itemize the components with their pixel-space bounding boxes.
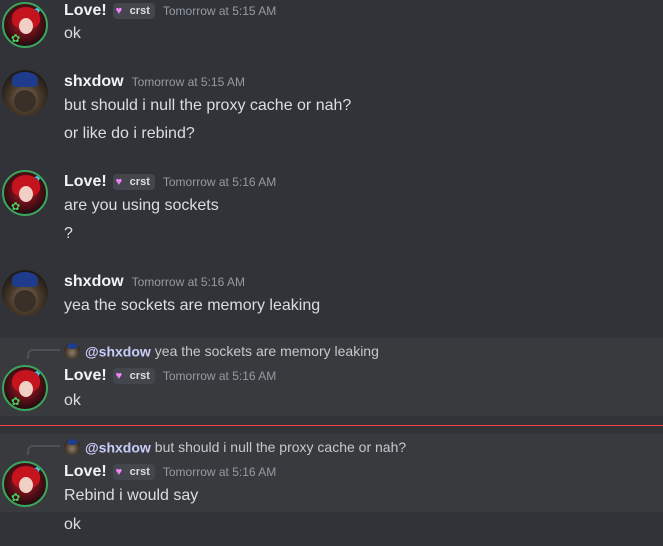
- server-tag[interactable]: ♥ crst: [112, 3, 155, 19]
- new-messages-divider: [0, 425, 663, 426]
- avatar: [64, 343, 80, 360]
- leaf-icon: ✿: [11, 33, 21, 45]
- timestamp[interactable]: Tomorrow at 5:15 AM: [132, 75, 245, 89]
- message-text: yea the sockets are memory leaking: [64, 297, 321, 314]
- message-group[interactable]: shxdow Tomorrow at 5:15 AM but should i n…: [0, 70, 663, 152]
- reply-mention[interactable]: @shxdow: [85, 343, 151, 359]
- timestamp[interactable]: Tomorrow at 5:15 AM: [163, 4, 276, 18]
- message-text: ok: [64, 392, 81, 409]
- avatar[interactable]: [2, 270, 48, 316]
- message-text: or like do i rebind?: [64, 125, 195, 142]
- username[interactable]: Love!: [64, 367, 107, 385]
- message-group[interactable]: shxdow Tomorrow at 5:16 AM yea the socket…: [0, 270, 663, 326]
- reply-preview[interactable]: @shxdow yea the sockets are memory leakin…: [64, 342, 379, 360]
- timestamp[interactable]: Tomorrow at 5:16 AM: [163, 175, 276, 189]
- message-text: ok: [64, 25, 81, 42]
- timestamp[interactable]: Tomorrow at 5:16 AM: [163, 465, 276, 479]
- server-tag[interactable]: ♥ crst: [112, 464, 155, 480]
- message-group[interactable]: @shxdow yea the sockets are memory leakin…: [0, 338, 663, 416]
- username[interactable]: Love!: [64, 463, 107, 481]
- avatar[interactable]: ✦ ✿: [2, 365, 48, 411]
- message-text: but should i null the proxy cache or nah…: [64, 97, 352, 114]
- username[interactable]: Love!: [64, 2, 107, 20]
- reply-mention[interactable]: @shxdow: [85, 439, 151, 455]
- sparkle-icon: ✦: [33, 2, 44, 17]
- sparkle-icon: ✦: [33, 170, 44, 185]
- leaf-icon: ✿: [11, 396, 21, 408]
- avatar[interactable]: [2, 70, 48, 116]
- message-text: are you using sockets: [64, 197, 219, 214]
- heart-icon: ♥: [115, 466, 123, 478]
- reply-spine: [27, 349, 60, 359]
- leaf-icon: ✿: [11, 492, 21, 504]
- username[interactable]: shxdow: [64, 273, 124, 291]
- avatar[interactable]: ✦ ✿: [2, 170, 48, 216]
- reply-text[interactable]: but should i null the proxy cache or nah…: [155, 439, 406, 455]
- sparkle-icon: ✦: [33, 461, 44, 476]
- heart-icon: ♥: [115, 5, 123, 17]
- username[interactable]: shxdow: [64, 73, 124, 91]
- reply-spine: [27, 445, 60, 455]
- reply-preview[interactable]: @shxdow but should i null the proxy cache…: [64, 438, 406, 456]
- heart-icon: ♥: [115, 370, 123, 382]
- message-text: ?: [64, 225, 73, 242]
- message-text: Rebind i would say: [64, 487, 199, 504]
- server-tag[interactable]: ♥ crst: [112, 174, 155, 190]
- message-group[interactable]: ✦ ✿ Love! ♥ crst Tomorrow at 5:16 AM are yo…: [0, 170, 663, 252]
- message-group[interactable]: @shxdow but should i null the proxy cache…: [0, 434, 663, 512]
- server-tag[interactable]: ♥ crst: [112, 368, 155, 384]
- message-group[interactable]: ✦ ✿ Love! ♥ crst Tomorrow at 5:15 AM ok: [0, 0, 663, 52]
- timestamp[interactable]: Tomorrow at 5:16 AM: [163, 369, 276, 383]
- sparkle-icon: ✦: [33, 365, 44, 380]
- reply-text[interactable]: yea the sockets are memory leaking: [155, 343, 379, 359]
- chat-messages: ✦ ✿ Love! ♥ crst Tomorrow at 5:15 AM ok shx…: [0, 0, 663, 546]
- avatar[interactable]: ✦ ✿: [2, 461, 48, 507]
- avatar[interactable]: ✦ ✿: [2, 2, 48, 48]
- message-text: ok: [64, 516, 81, 533]
- leaf-icon: ✿: [11, 201, 21, 213]
- username[interactable]: Love!: [64, 173, 107, 191]
- timestamp[interactable]: Tomorrow at 5:16 AM: [132, 275, 245, 289]
- heart-icon: ♥: [115, 176, 123, 188]
- avatar: [64, 439, 80, 456]
